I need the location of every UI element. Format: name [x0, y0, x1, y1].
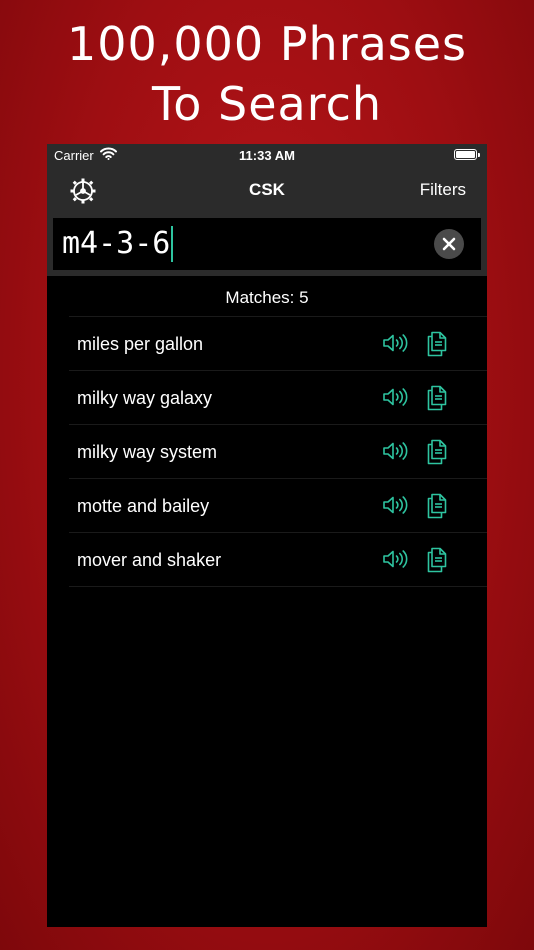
status-bar: Carrier 11:33 AM — [47, 144, 487, 166]
nav-bar: CSK Filters — [47, 166, 487, 218]
list-item[interactable]: milky way system — [69, 425, 487, 479]
list-item[interactable]: milky way galaxy — [69, 371, 487, 425]
speaker-icon[interactable] — [382, 332, 410, 354]
search-query-container: m4-3-6 — [62, 225, 174, 263]
phone-screen: Carrier 11:33 AM CSK Filters m4-3-6 Matc… — [47, 144, 487, 927]
phrase-label: milky way system — [77, 442, 218, 462]
close-icon — [442, 237, 456, 251]
speaker-icon[interactable] — [382, 548, 410, 570]
matches-count: Matches: 5 — [225, 288, 309, 307]
copy-icon[interactable] — [426, 385, 448, 411]
list-item[interactable]: mover and shaker — [69, 533, 487, 587]
search-query: m4-3-6 — [62, 226, 171, 261]
phrase-label: milky way galaxy — [77, 388, 213, 408]
promo-line-1: 100,000 Phrases — [66, 17, 468, 71]
speaker-icon[interactable] — [382, 494, 410, 516]
search-input[interactable]: m4-3-6 — [53, 218, 481, 270]
promo-headline: 100,000 Phrases To Search — [0, 14, 534, 134]
clear-search-button[interactable] — [434, 229, 464, 259]
phrase-label: mover and shaker — [77, 550, 222, 570]
list-item[interactable]: motte and bailey — [69, 479, 487, 533]
copy-icon[interactable] — [426, 439, 448, 465]
promo-line-2: To Search — [151, 77, 383, 131]
copy-icon[interactable] — [426, 493, 448, 519]
search-bar: m4-3-6 — [47, 218, 487, 276]
results-list: miles per gallon milky way galaxy milky … — [69, 316, 487, 587]
copy-icon[interactable] — [426, 331, 448, 357]
clock: 11:33 AM — [239, 148, 295, 163]
phrase-label: motte and bailey — [77, 496, 210, 516]
speaker-icon[interactable] — [382, 386, 410, 408]
list-item[interactable]: miles per gallon — [69, 317, 487, 371]
filters-button[interactable]: Filters — [420, 180, 466, 200]
text-caret — [171, 226, 174, 262]
battery-icon — [454, 149, 480, 160]
phrase-label: miles per gallon — [77, 334, 204, 354]
copy-icon[interactable] — [426, 547, 448, 573]
speaker-icon[interactable] — [382, 440, 410, 462]
